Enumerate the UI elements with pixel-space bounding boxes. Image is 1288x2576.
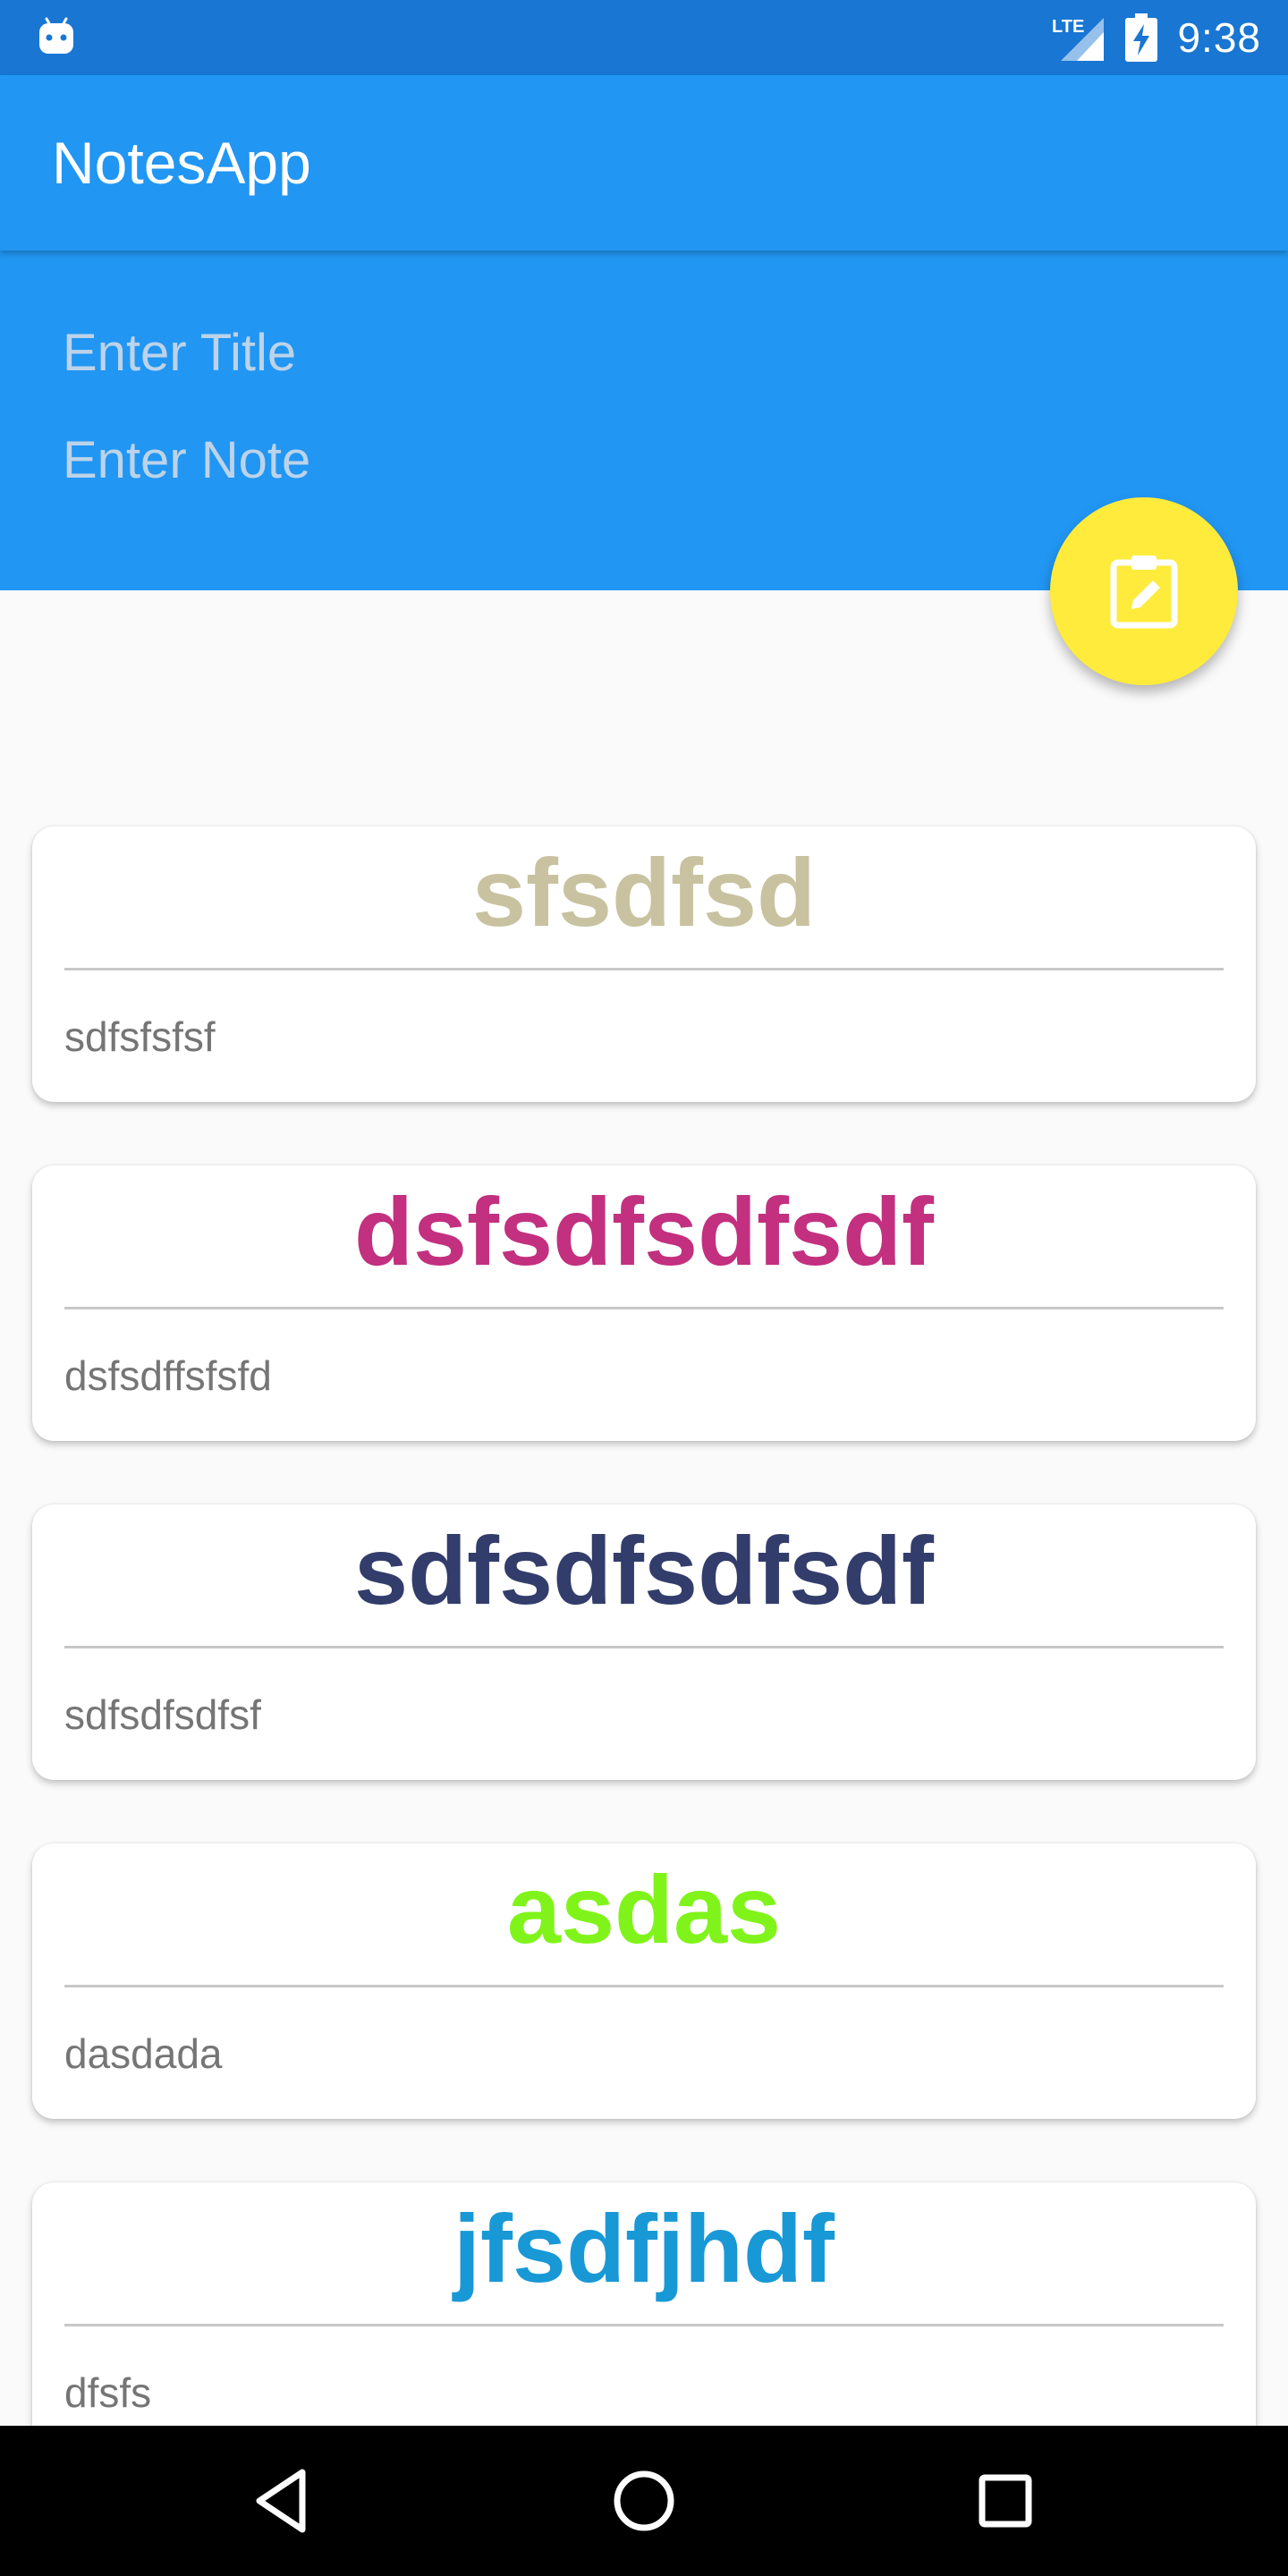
home-button[interactable] bbox=[599, 2456, 689, 2546]
note-divider bbox=[64, 1985, 1224, 1987]
note-divider bbox=[64, 968, 1224, 970]
note-title: asdas bbox=[506, 1855, 782, 1963]
note-body: sdfsfsfsf bbox=[64, 1013, 216, 1060]
status-icons: LTE 9:38 bbox=[1052, 0, 1261, 75]
note-card[interactable]: sfsdfsd sdfsfsfsf bbox=[32, 826, 1256, 1102]
note-body: dasdada bbox=[64, 2030, 223, 2077]
note-title: dsfsdfsdfsdf bbox=[354, 1177, 934, 1285]
back-button[interactable] bbox=[240, 2456, 329, 2546]
note-body: sdfsdfsdfsf bbox=[64, 1691, 261, 1738]
note-divider bbox=[64, 1646, 1224, 1648]
add-note-button[interactable] bbox=[1050, 497, 1238, 685]
title-input[interactable] bbox=[63, 317, 957, 388]
battery-charging-icon bbox=[1125, 13, 1158, 62]
back-icon bbox=[256, 2469, 306, 2533]
lte-signal-icon: LTE bbox=[1052, 17, 1105, 61]
recents-button[interactable] bbox=[961, 2456, 1050, 2546]
note-title: jfsdfjhdf bbox=[453, 2194, 835, 2302]
home-icon bbox=[614, 2470, 674, 2531]
note-divider bbox=[64, 2324, 1224, 2326]
note-card[interactable]: jfsdfjhdf dfsfs bbox=[32, 2182, 1256, 2426]
network-label: LTE bbox=[1052, 17, 1084, 37]
navigation-bar bbox=[0, 2426, 1288, 2576]
note-title: sfsdfsd bbox=[471, 838, 817, 946]
notes-list: sfsdfsd sdfsfsfsf dsfsdfsdfsdf dsfsdffsf… bbox=[0, 590, 1288, 2426]
status-bar: LTE 9:38 bbox=[0, 0, 1288, 75]
app-title: NotesApp bbox=[52, 130, 311, 196]
note-title: sdfsdfsdfsdf bbox=[354, 1516, 934, 1624]
note-body: dsfsdffsfsfd bbox=[64, 1352, 272, 1399]
note-card[interactable]: asdas dasdada bbox=[32, 1843, 1256, 2119]
recents-icon bbox=[979, 2474, 1032, 2528]
note-card[interactable]: sdfsdfsdfsdf sdfsdfsdfsf bbox=[32, 1504, 1256, 1780]
clipboard-edit-icon bbox=[1110, 555, 1178, 629]
note-divider bbox=[64, 1307, 1224, 1309]
status-clock: 9:38 bbox=[1177, 14, 1261, 61]
note-input[interactable] bbox=[63, 424, 957, 496]
note-body: dfsfs bbox=[64, 2369, 152, 2416]
android-icon bbox=[39, 17, 73, 54]
app-bar: NotesApp bbox=[0, 75, 1288, 250]
note-card[interactable]: dsfsdfsdfsdf dsfsdffsfsfd bbox=[32, 1165, 1256, 1441]
